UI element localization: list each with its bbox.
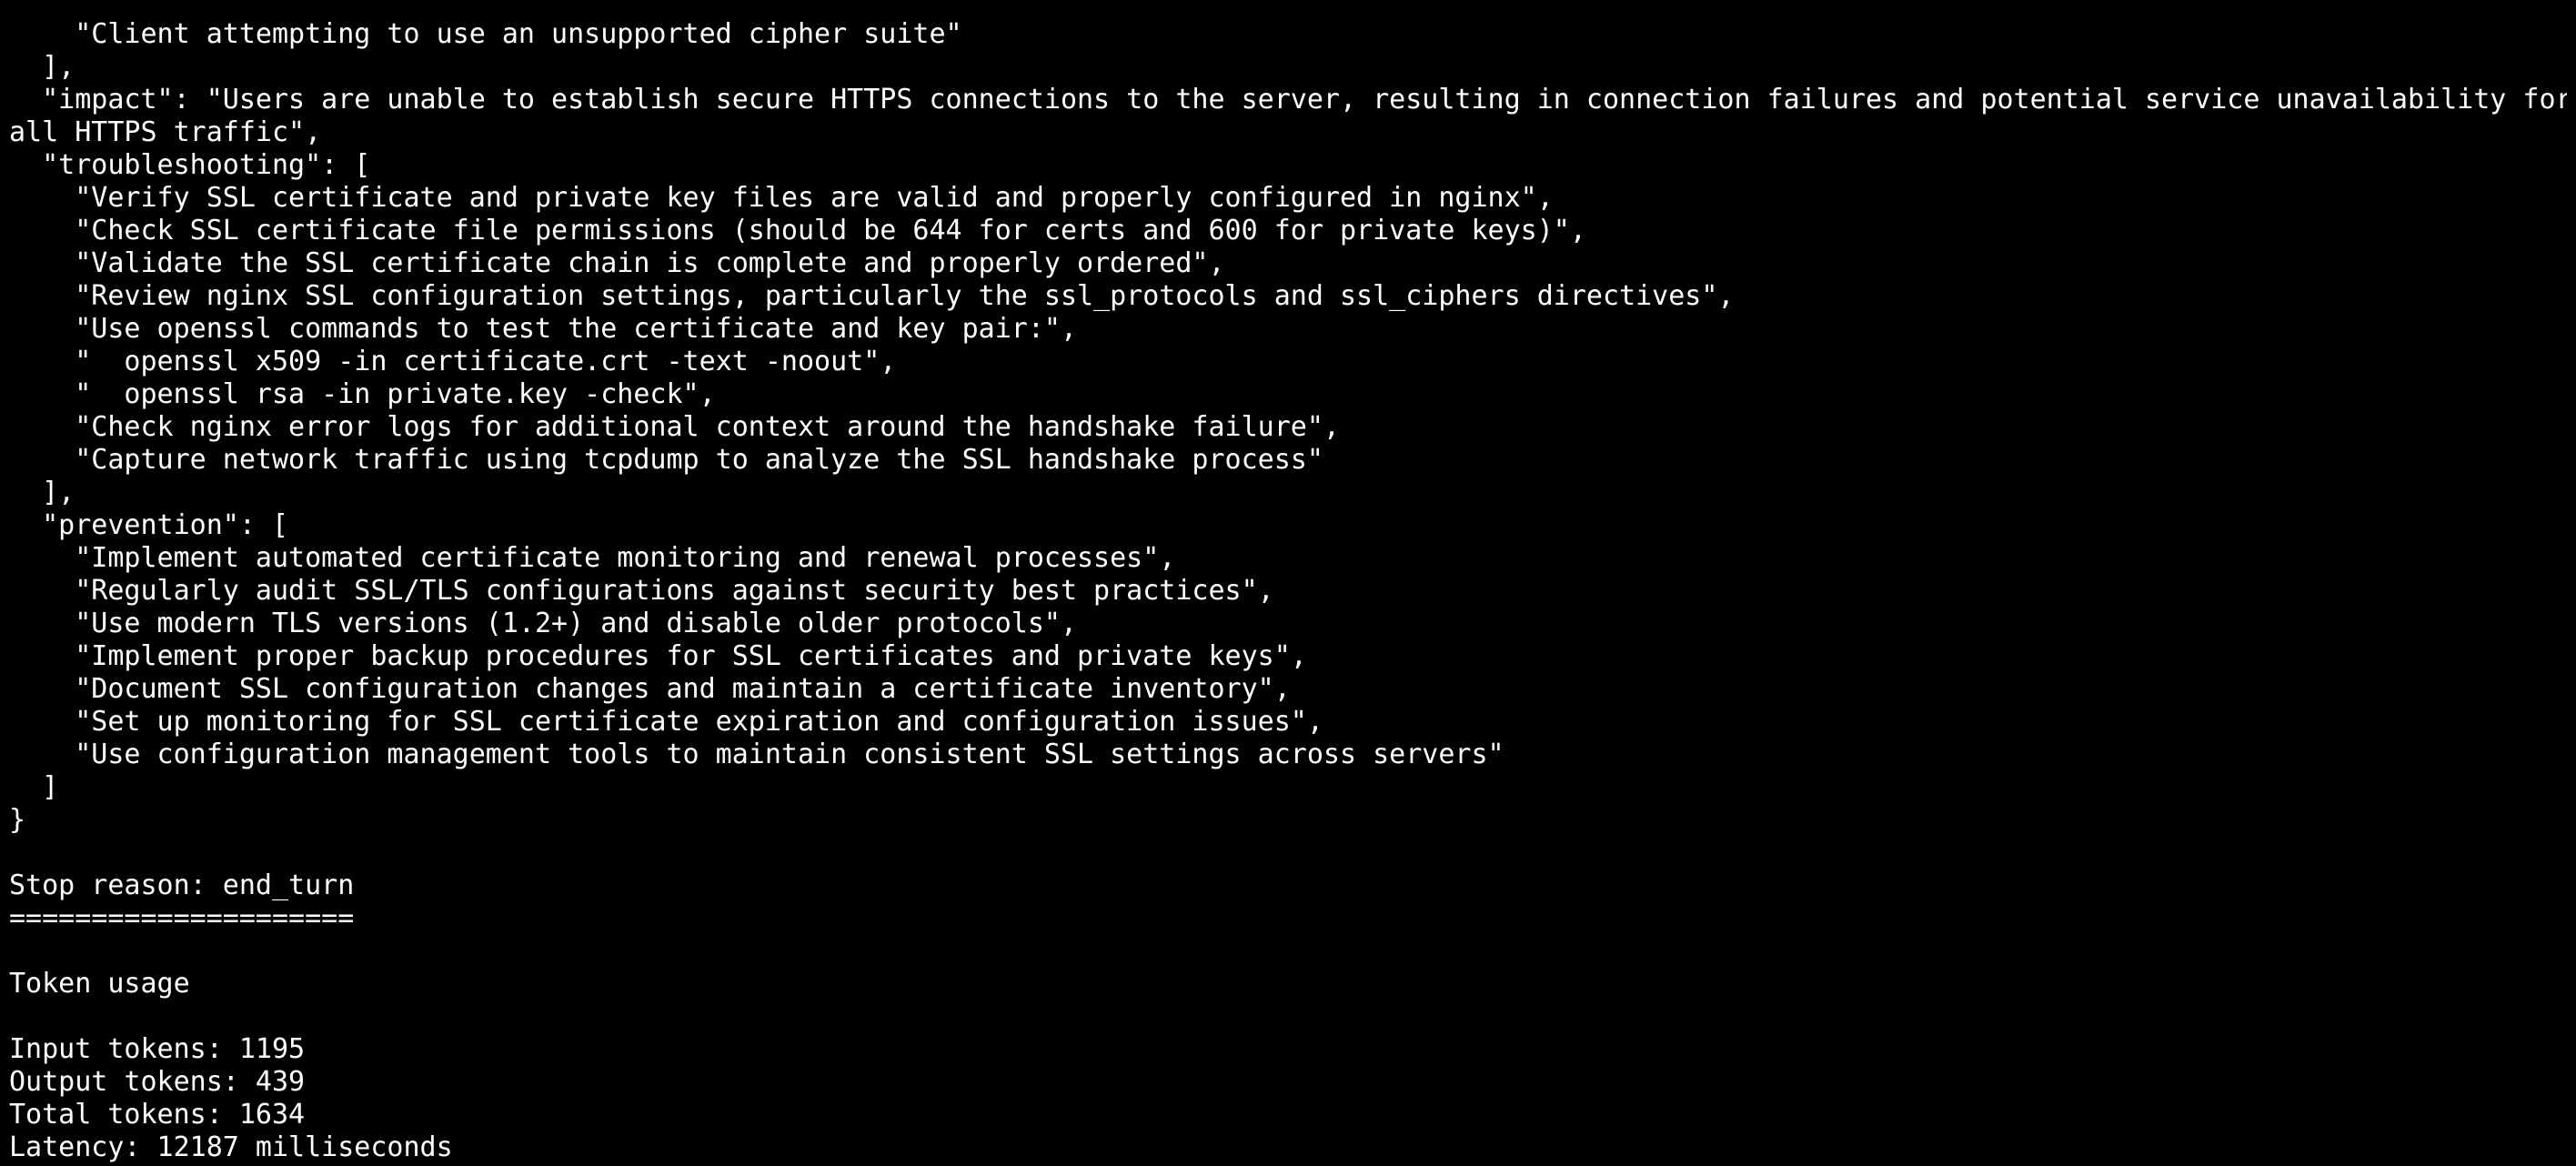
terminal-line: "Check nginx error logs for additional c…: [9, 411, 1340, 443]
terminal-line: ]: [9, 771, 59, 803]
terminal-line: "Use modern TLS versions (1.2+) and disa…: [9, 608, 1077, 639]
terminal-line: Input tokens: 1195: [9, 1033, 306, 1065]
terminal-line: ],: [9, 51, 75, 83]
terminal-line: "Validate the SSL certificate chain is c…: [9, 247, 1225, 279]
terminal-line: "Capture network traffic using tcpdump t…: [9, 444, 1323, 476]
terminal-line: all HTTPS traffic",: [9, 116, 322, 148]
terminal-line: "Use configuration management tools to m…: [9, 739, 1504, 770]
terminal-line: "Verify SSL certificate and private key …: [9, 182, 1554, 214]
terminal-line: Latency: 12187 milliseconds: [9, 1131, 453, 1163]
terminal-line: "Client attempting to use an unsupported…: [9, 18, 962, 50]
terminal-line: "Document SSL configuration changes and …: [9, 673, 1291, 705]
terminal-line: ],: [9, 477, 75, 508]
terminal-output: "Client attempting to use an unsupported…: [9, 18, 2567, 1164]
terminal-line: =====================: [9, 902, 355, 934]
terminal-window[interactable]: "Client attempting to use an unsupported…: [0, 0, 2576, 1166]
terminal-line: "Review nginx SSL configuration settings…: [9, 280, 1735, 312]
terminal-line: "Implement proper backup procedures for …: [9, 640, 1307, 672]
terminal-line: "impact": "Users are unable to establish…: [9, 84, 2567, 116]
terminal-line: "troubleshooting": [: [9, 149, 371, 181]
terminal-line: " openssl x509 -in certificate.crt -text…: [9, 346, 897, 377]
terminal-line: Output tokens: 439: [9, 1066, 306, 1098]
terminal-line: "prevention": [: [9, 509, 289, 541]
terminal-line: "Set up monitoring for SSL certificate e…: [9, 706, 1323, 738]
terminal-line: " openssl rsa -in private.key -check",: [9, 378, 716, 410]
terminal-line: "Check SSL certificate file permissions …: [9, 215, 1586, 246]
terminal-line: Total tokens: 1634: [9, 1099, 306, 1131]
terminal-line: Stop reason: end_turn: [9, 869, 355, 901]
terminal-line: "Implement automated certificate monitor…: [9, 542, 1176, 574]
terminal-line: "Regularly audit SSL/TLS configurations …: [9, 575, 1274, 607]
terminal-line: "Use openssl commands to test the certif…: [9, 313, 1077, 345]
terminal-line: Token usage: [9, 968, 190, 1000]
terminal-line: }: [9, 804, 26, 836]
